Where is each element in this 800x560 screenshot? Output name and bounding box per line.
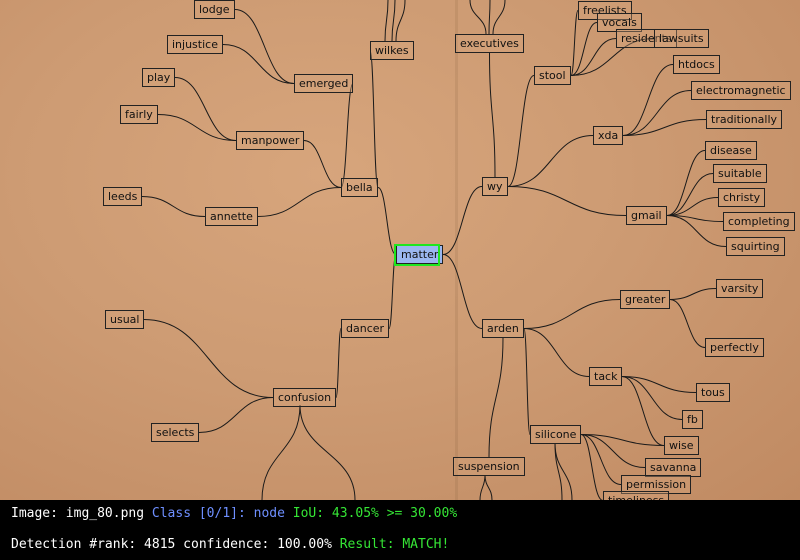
node-play[interactable]: play <box>142 68 176 87</box>
node-silicone[interactable]: silicone <box>530 425 582 444</box>
edge-offscreen-4 <box>488 0 491 35</box>
edge-matter-wy <box>442 186 483 255</box>
detection-box <box>394 244 440 266</box>
edge-offscreen-2 <box>395 0 406 42</box>
node-perfectly[interactable]: perfectly <box>705 338 764 357</box>
node-traditionally[interactable]: traditionally <box>706 110 783 129</box>
node-usual[interactable]: usual <box>105 310 145 329</box>
edge-offscreen-5 <box>492 0 506 35</box>
edge-offscreen-1 <box>391 0 396 42</box>
node-varsity[interactable]: varsity <box>716 279 764 298</box>
node-arden[interactable]: arden <box>482 319 524 338</box>
edge-gmail-christy <box>666 197 719 216</box>
node-squirting[interactable]: squirting <box>726 237 785 256</box>
edge-emerged-lodge <box>234 9 295 84</box>
edge-dancer-confusion <box>335 328 342 398</box>
node-fairly[interactable]: fairly <box>120 105 158 124</box>
edge-bella-emerged <box>340 83 354 188</box>
node-htdocs[interactable]: htdocs <box>673 55 720 74</box>
node-dancer[interactable]: dancer <box>341 319 390 338</box>
node-gmail[interactable]: gmail <box>626 206 667 225</box>
node-lawsuits[interactable]: lawsuits <box>654 29 709 48</box>
edge-arden-suspension <box>488 337 504 458</box>
edge-wy-xda <box>507 135 594 187</box>
status-line-1: Image: img_80.png Class [0/1]: node IoU:… <box>11 506 457 521</box>
edge-offscreen-3 <box>469 0 487 35</box>
edge-emerged-injustice <box>222 44 295 84</box>
edge-wy-executives <box>489 52 496 178</box>
edge-offscreen-0 <box>384 0 389 42</box>
node-annette[interactable]: annette <box>205 207 258 226</box>
edge-offscreen-7 <box>299 404 356 500</box>
node-suspension[interactable]: suspension <box>453 457 525 476</box>
node-fb[interactable]: fb <box>682 410 703 429</box>
node-emerged[interactable]: emerged <box>294 74 354 93</box>
edge-xda-electromagnetic <box>622 90 692 136</box>
node-disease[interactable]: disease <box>705 141 757 160</box>
node-electromagnetic[interactable]: electromagnetic <box>691 81 791 100</box>
node-tous[interactable]: tous <box>696 383 730 402</box>
edge-wy-gmail <box>507 186 627 216</box>
edge-arden-tack <box>523 328 590 377</box>
node-bella[interactable]: bella <box>341 178 378 197</box>
edge-stool-freelists <box>570 10 579 76</box>
edge-bella-wilkes <box>369 50 379 188</box>
status-bar: Image: img_80.png Class [0/1]: node IoU:… <box>0 500 800 560</box>
edge-confusion-selects <box>198 397 274 433</box>
node-wise[interactable]: wise <box>664 436 699 455</box>
edge-gmail-disease <box>666 150 706 216</box>
edge-greater-varsity <box>669 288 717 300</box>
edge-gmail-suitable <box>666 173 714 216</box>
node-confusion[interactable]: confusion <box>273 388 337 407</box>
class-label: Class [0/1]: node <box>151 506 293 521</box>
node-injustice[interactable]: injustice <box>167 35 223 54</box>
edge-offscreen-11 <box>554 442 573 500</box>
node-selects[interactable]: selects <box>151 423 200 442</box>
detection-label: Detection #rank: 4815 confidence: 100.00… <box>11 537 340 552</box>
node-manpower[interactable]: manpower <box>236 131 305 150</box>
node-xda[interactable]: xda <box>593 126 624 145</box>
edge-tack-fb <box>621 376 683 420</box>
node-completing[interactable]: completing <box>723 212 795 231</box>
image-label: Image: img_80.png <box>11 506 152 521</box>
edge-xda-htdocs <box>622 64 674 136</box>
diagram-canvas: lodge injustice play fairly emerged wilk… <box>0 0 800 500</box>
node-wy[interactable]: wy <box>482 177 508 196</box>
edge-manpower-play <box>174 77 237 141</box>
node-stool[interactable]: stool <box>534 66 571 85</box>
edge-confusion-usual <box>143 319 274 398</box>
edge-offscreen-6 <box>261 404 301 500</box>
edge-annette-leeds <box>141 196 206 217</box>
iou-label: IoU: 43.05% >= 30.00% <box>292 506 458 521</box>
node-executives[interactable]: executives <box>455 34 524 53</box>
node-wilkes[interactable]: wilkes <box>370 41 414 60</box>
edge-silicone-timeliness <box>580 434 604 500</box>
edge-arden-greater <box>523 299 621 329</box>
edge-offscreen-8 <box>479 474 486 500</box>
edge-wy-stool <box>507 75 535 187</box>
edge-bella-annette <box>257 187 342 217</box>
edge-bella-manpower <box>303 140 342 188</box>
result-label: Result: MATCH! <box>339 537 450 552</box>
edge-offscreen-9 <box>484 474 493 500</box>
edge-matter-arden <box>442 254 483 329</box>
node-christy[interactable]: christy <box>718 188 766 207</box>
node-lodge[interactable]: lodge <box>194 0 235 19</box>
edge-gmail-squirting <box>666 215 727 247</box>
node-tack[interactable]: tack <box>589 367 623 386</box>
node-timeliness[interactable]: timeliness <box>603 491 670 500</box>
node-leeds[interactable]: leeds <box>103 187 143 206</box>
status-line-2: Detection #rank: 4815 confidence: 100.00… <box>11 537 449 552</box>
edge-greater-perfectly <box>669 299 706 348</box>
node-greater[interactable]: greater <box>620 290 671 309</box>
edge-arden-silicone <box>523 328 531 435</box>
node-suitable[interactable]: suitable <box>713 164 767 183</box>
